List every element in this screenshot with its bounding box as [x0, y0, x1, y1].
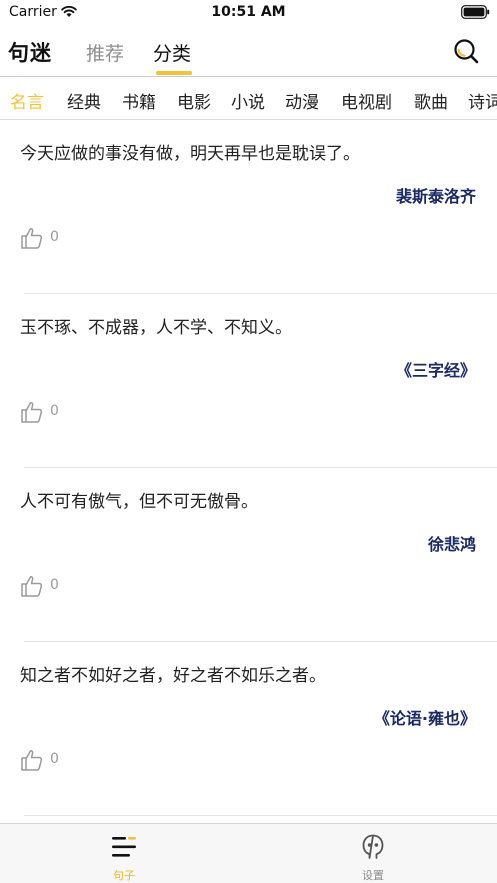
- category-item-dianshiju[interactable]: 电视剧: [341, 88, 392, 113]
- like-count: 0: [50, 751, 59, 767]
- tab-recommend[interactable]: 推荐: [86, 39, 124, 66]
- status-bar: Carrier 10:51 AM: [0, 0, 497, 26]
- category-item-gequ[interactable]: 歌曲: [414, 88, 448, 113]
- quote-text: 知之者不如好之者，好之者不如乐之者。: [20, 666, 326, 686]
- app-logo: 句迷: [8, 41, 52, 65]
- thumbs-up-icon[interactable]: [20, 748, 44, 772]
- quote-author: 《论语·雍也》: [373, 709, 476, 728]
- quote-card[interactable]: 今天应做的事没有做，明天再早也是耽误了。 裴斯泰洛齐 0: [0, 120, 497, 294]
- thumbs-up-icon[interactable]: [20, 574, 44, 598]
- search-icon[interactable]: [452, 37, 480, 65]
- like-count: 0: [50, 229, 59, 245]
- like-count: 0: [50, 577, 59, 593]
- category-item-jingdian[interactable]: 经典: [67, 88, 101, 113]
- battery-icon: [461, 5, 490, 19]
- category-item-dongman[interactable]: 动漫: [285, 88, 319, 113]
- quote-card[interactable]: 玉不琢、不成器，人不学、不知义。 《三字经》 0: [0, 294, 497, 468]
- thumbs-up-icon[interactable]: [20, 226, 44, 250]
- quote-author: 徐悲鸿: [427, 535, 476, 554]
- category-item-dianying[interactable]: 电影: [177, 88, 211, 113]
- quote-text: 玉不琢、不成器，人不学、不知义。: [20, 318, 292, 338]
- sentence-list-icon: [112, 837, 136, 857]
- clock-time: 10:51 AM: [211, 4, 286, 20]
- quote-feed[interactable]: 今天应做的事没有做，明天再早也是耽误了。 裴斯泰洛齐 0 玉不琢、不成器，人不学…: [0, 120, 497, 823]
- tab-bar: 句子 设置: [0, 823, 497, 883]
- quote-text: 人不可有傲气，但不可无傲骨。: [20, 492, 258, 512]
- quote-card[interactable]: 人不可有傲气，但不可无傲骨。 徐悲鸿 0: [0, 468, 497, 642]
- tab-category[interactable]: 分类: [153, 39, 191, 66]
- quote-author: 《三字经》: [395, 361, 476, 380]
- tab-settings-label: 设置: [362, 869, 384, 882]
- tab-sentences[interactable]: 句子: [0, 824, 248, 883]
- nav-bar: 句迷 推荐 分类: [0, 28, 497, 76]
- category-item-shuji[interactable]: 书籍: [122, 88, 156, 113]
- thumbs-up-icon[interactable]: [20, 400, 44, 424]
- category-bar: 名言 经典 书籍 电影 小说 动漫 电视剧 歌曲 诗词: [0, 77, 497, 119]
- tab-sentences-label: 句子: [113, 869, 135, 882]
- category-item-mingyan[interactable]: 名言: [10, 88, 44, 113]
- robot-face-icon: [362, 834, 384, 859]
- card-divider: [24, 815, 497, 816]
- category-item-xiaoshuo[interactable]: 小说: [231, 88, 265, 113]
- like-count: 0: [50, 403, 59, 419]
- tab-settings[interactable]: 设置: [249, 824, 497, 883]
- active-tab-indicator: [156, 71, 192, 75]
- quote-author: 裴斯泰洛齐: [395, 187, 476, 206]
- quote-card[interactable]: 知之者不如好之者，好之者不如乐之者。 《论语·雍也》 0: [0, 642, 497, 816]
- quote-text: 今天应做的事没有做，明天再早也是耽误了。: [20, 144, 360, 164]
- category-item-shici[interactable]: 诗词: [468, 88, 497, 113]
